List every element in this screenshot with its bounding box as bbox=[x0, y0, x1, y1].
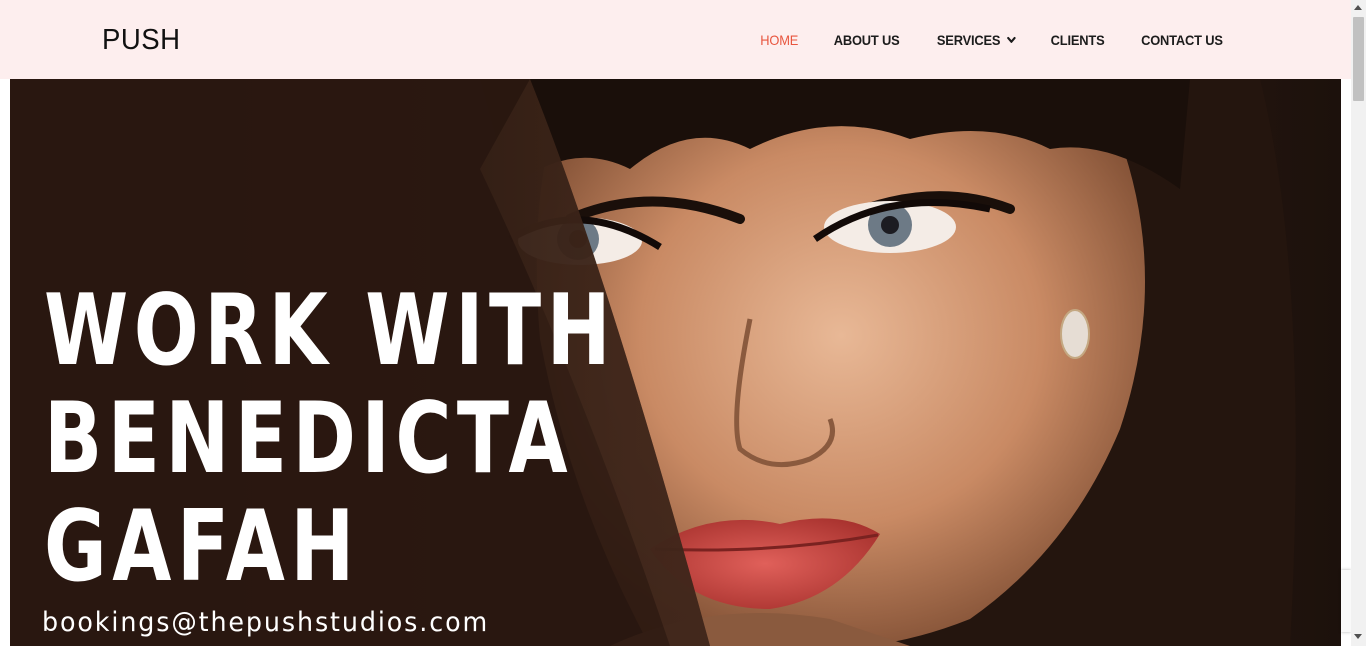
nav-item-about-us[interactable]: ABOUT US bbox=[834, 32, 900, 48]
nav-item-clients[interactable]: CLIENTS bbox=[1050, 32, 1104, 48]
hero-title: WORK WITH BENEDICTA GAFAH bbox=[44, 277, 616, 601]
site-header: PUSH HOME ABOUT US SERVICES CLIENTS CONT… bbox=[0, 0, 1351, 79]
hero-title-line: GAFAH bbox=[44, 490, 360, 604]
chevron-down-icon bbox=[1006, 36, 1016, 43]
page: PUSH HOME ABOUT US SERVICES CLIENTS CONT… bbox=[0, 0, 1366, 646]
scrollbar-thumb[interactable] bbox=[1353, 17, 1364, 101]
nav-item-label: CLIENTS bbox=[1050, 32, 1105, 48]
page-scrollbar[interactable] bbox=[1351, 0, 1366, 646]
hero-banner: WORK WITH BENEDICTA GAFAH bookings@thepu… bbox=[10, 79, 1341, 646]
main-nav: HOME ABOUT US SERVICES CLIENTS CONTACT U… bbox=[727, 29, 1223, 51]
scroll-up-icon[interactable] bbox=[1354, 5, 1362, 10]
nav-item-label: HOME bbox=[760, 32, 799, 48]
nav-item-contact-us[interactable]: CONTACT US bbox=[1141, 32, 1223, 48]
nav-item-label: SERVICES bbox=[936, 32, 1001, 48]
scroll-down-icon[interactable] bbox=[1354, 634, 1362, 639]
nav-item-label: CONTACT US bbox=[1141, 32, 1223, 48]
hero-title-line: WORK WITH bbox=[44, 274, 617, 388]
nav-item-label: ABOUT US bbox=[834, 32, 900, 48]
recaptcha-badge[interactable] bbox=[1341, 570, 1351, 632]
hero-title-line: BENEDICTA bbox=[44, 382, 574, 496]
site-logo[interactable]: PUSH bbox=[102, 23, 180, 57]
nav-item-home[interactable]: HOME bbox=[760, 32, 798, 48]
booking-email: bookings@thepushstudios.com bbox=[42, 607, 490, 638]
nav-item-services[interactable]: SERVICES bbox=[937, 32, 1016, 48]
